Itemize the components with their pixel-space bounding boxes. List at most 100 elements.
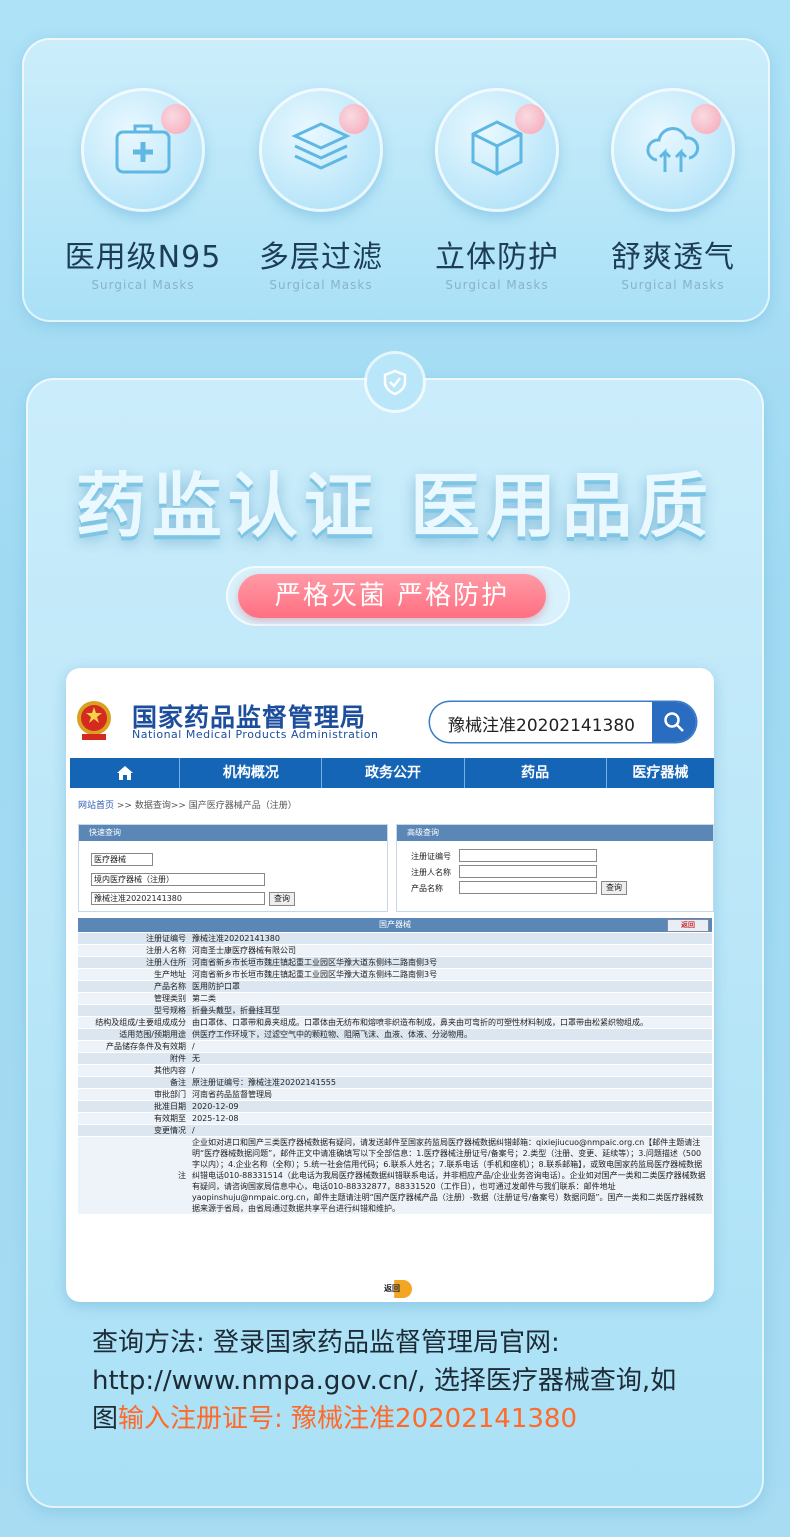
row-value: 由口罩体、口罩带和鼻夹组成。口罩体由无纺布和熔喷非织造布制成，鼻夹由可弯折的可塑… (192, 1018, 648, 1027)
feature-title: 舒爽透气 (611, 240, 735, 275)
row-value: 无 (192, 1054, 200, 1063)
search-button[interactable] (652, 702, 696, 742)
product-name-input[interactable] (459, 881, 597, 894)
row-value: 2025-12-08 (192, 1114, 239, 1123)
feature-multilayer: 多层过滤 Surgical Masks (236, 88, 406, 292)
breadcrumb-path: >> 数据查询>> 国产医疗器械产品（注册） (116, 801, 297, 811)
nav-home[interactable] (70, 758, 181, 788)
breadcrumb-home[interactable]: 网站首页 (78, 801, 114, 811)
table-row: 附件无 (78, 1053, 712, 1065)
row-key: 产品储存条件及有效期 (106, 1042, 186, 1051)
site-subtitle: National Medical Products Administration (132, 728, 379, 741)
detail-table: 注册证编号 豫械注准20202141380 注册人名称 河南圣士康医疗器械有限公司 注册… (78, 933, 712, 1215)
row-value: 河南圣士康医疗器械有限公司 (192, 946, 296, 955)
table-row: 注册人名称 河南圣士康医疗器械有限公司 (78, 945, 712, 957)
row-key: 注册证编号 (146, 934, 186, 943)
table-row: 产品储存条件及有效期 / (78, 1041, 712, 1053)
row-value: 企业如对进口和国产三类医疗器械数据有疑问，请发送邮件至国家药监局医疗器械数据纠错… (192, 1138, 706, 1213)
feature-3d-protection: 立体防护 Surgical Masks (412, 88, 582, 292)
row-key: 备注 (170, 1078, 186, 1087)
table-row: 生产地址 河南省新乡市长垣市魏庄镇起重工业园区华豫大道东侧纬二路南侧3号 (78, 969, 712, 981)
row-value: 医用防护口罩 (192, 982, 240, 991)
pill-label: 严格灭菌 严格防护 (238, 574, 546, 618)
table-row: 审批部门 河南省药品监督管理局 (78, 1089, 712, 1101)
field-label: 注册人名称 (411, 868, 451, 877)
row-key: 变更情况 (154, 1126, 186, 1135)
row-key: 注册人名称 (146, 946, 186, 955)
row-key: 审批部门 (154, 1090, 186, 1099)
table-row: 注册人住所 河南省新乡市长垣市魏庄镇起重工业园区华豫大道东侧纬二路南侧3号 (78, 957, 712, 969)
layers-icon (291, 122, 351, 170)
nav-item[interactable]: 政务公开 (322, 758, 465, 788)
row-value: 折叠头戴型，折叠挂耳型 (192, 1006, 280, 1015)
row-key: 其他内容 (154, 1066, 186, 1075)
quick-search-header: 快速查询 (79, 825, 387, 841)
feature-circle (81, 88, 205, 212)
site-nav: 机构概况 政务公开 药品 医疗器械 (70, 758, 714, 788)
row-value: 供医疗工作环境下，过滤空气中的颗粒物、阻隔飞沫、血液、体液、分泌物用。 (192, 1030, 472, 1039)
reg-number-input[interactable] (459, 849, 597, 862)
back-button[interactable]: 返回 (667, 919, 709, 932)
caption: 查询方法: 登录国家药品监督管理局官网: http://www.nmpa.gov… (92, 1324, 702, 1438)
feature-medical-grade: 医用级N95 Surgical Masks (58, 88, 228, 292)
row-value: / (192, 1042, 195, 1051)
features-panel: 医用级N95 Surgical Masks 多层过滤 Surgical Mask… (22, 38, 770, 322)
medical-kit-icon (115, 124, 171, 174)
nav-item[interactable]: 机构概况 (180, 758, 323, 788)
nav-item[interactable]: 药品 (465, 758, 607, 788)
feature-subtitle: Surgical Masks (269, 278, 373, 292)
table-row: 管理类别 第二类 (78, 993, 712, 1005)
search-icon (664, 712, 684, 732)
field-label: 注册证编号 (411, 852, 451, 861)
feature-circle (435, 88, 559, 212)
row-value: / (192, 1126, 195, 1135)
feature-circle (259, 88, 383, 212)
back-button-bottom[interactable]: 返回 (372, 1280, 412, 1298)
feature-subtitle: Surgical Masks (621, 278, 725, 292)
search-input[interactable]: 豫械注准20202141380 (448, 711, 635, 736)
category-select[interactable]: 医疗器械 (91, 853, 153, 866)
quick-search-input[interactable]: 豫械注准20202141380 (91, 892, 265, 905)
site-search[interactable]: 豫械注准20202141380 (430, 702, 696, 742)
table-row: 变更情况 / (78, 1125, 712, 1137)
feature-circle (611, 88, 735, 212)
table-row: 产品名称 医用防护口罩 (78, 981, 712, 993)
row-key: 型号规格 (154, 1006, 186, 1015)
row-key: 注册人住所 (146, 958, 186, 967)
table-title-text: 国产器械 (379, 920, 411, 929)
row-key: 管理类别 (154, 994, 186, 1003)
site-header: 国家药品监督管理局 National Medical Products Admi… (66, 668, 714, 758)
feature-title: 多层过滤 (259, 240, 383, 275)
cube-icon (471, 120, 523, 176)
feature-subtitle: Surgical Masks (445, 278, 549, 292)
row-value: 第二类 (192, 994, 216, 1003)
row-value: 豫械注准20202141380 (192, 934, 280, 943)
feature-breathable: 舒爽透气 Surgical Masks (588, 88, 758, 292)
row-key: 注 (178, 1171, 186, 1180)
table-row: 有效期至 2025-12-08 (78, 1113, 712, 1125)
quick-search-button[interactable]: 查询 (269, 892, 295, 906)
table-row: 批准日期 2020-12-09 (78, 1101, 712, 1113)
database-select[interactable]: 境内医疗器械（注册） (91, 873, 265, 886)
advanced-search-header: 高级查询 (397, 825, 713, 841)
national-emblem-icon (77, 701, 111, 740)
advanced-search-button[interactable]: 查询 (601, 881, 627, 895)
row-key: 生产地址 (154, 970, 186, 979)
table-row: 备注 原注册证编号：豫械注准20202141555 (78, 1077, 712, 1089)
row-value: 原注册证编号：豫械注准20202141555 (192, 1078, 336, 1087)
quick-search-box: 快速查询 医疗器械 境内医疗器械（注册） 豫械注准20202141380 查询 (78, 824, 388, 912)
table-row: 结构及组成/主要组成成分 由口罩体、口罩带和鼻夹组成。口罩体由无纺布和熔喷非织造布… (78, 1017, 712, 1029)
caption-highlight: 输入注册证号: 豫械注准20202141380 (118, 1404, 578, 1434)
row-value: 河南省新乡市长垣市魏庄镇起重工业园区华豫大道东侧纬二路南侧3号 (192, 958, 438, 967)
registrant-input[interactable] (459, 865, 597, 878)
nav-item[interactable]: 医疗器械 (607, 758, 714, 788)
feature-title: 医用级N95 (64, 240, 222, 275)
table-row: 型号规格 折叠头戴型，折叠挂耳型 (78, 1005, 712, 1017)
table-row: 注企业如对进口和国产三类医疗器械数据有疑问，请发送邮件至国家药监局医疗器械数据纠… (78, 1137, 712, 1215)
shield-icon (383, 369, 407, 396)
table-row: 其他内容 / (78, 1065, 712, 1077)
field-label: 产品名称 (411, 884, 443, 893)
table-row: 注册证编号 豫械注准20202141380 (78, 933, 712, 945)
row-value: 2020-12-09 (192, 1102, 239, 1111)
row-key: 附件 (170, 1054, 186, 1063)
